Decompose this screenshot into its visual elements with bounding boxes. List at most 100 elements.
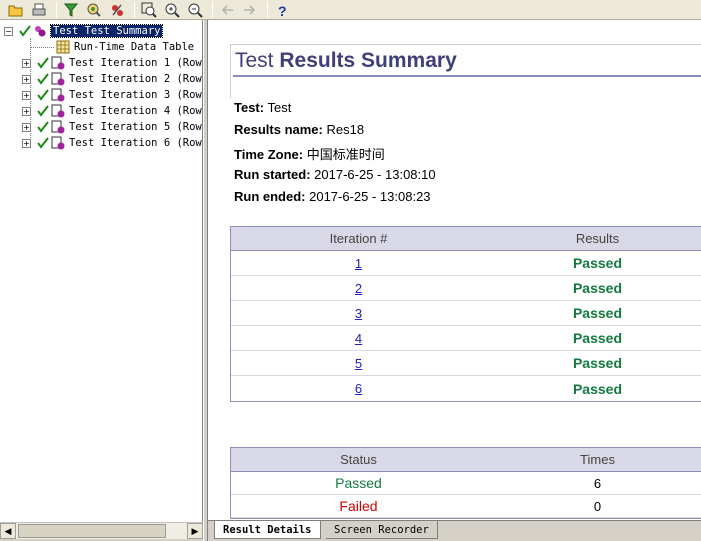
expand-icon[interactable]: + bbox=[22, 122, 31, 132]
test-value: Test bbox=[264, 100, 292, 115]
iteration-link[interactable]: 1 bbox=[355, 256, 362, 271]
open-icon[interactable] bbox=[6, 1, 26, 19]
collapse-icon[interactable]: − bbox=[4, 26, 13, 36]
col-results-header: Results bbox=[575, 231, 620, 246]
results-name-line: Results name: Res18 bbox=[234, 122, 364, 137]
iteration-link[interactable]: 6 bbox=[355, 381, 362, 396]
passed-check-icon bbox=[37, 89, 49, 101]
tree-iteration-node[interactable]: + Test Iteration 2 (Row bbox=[22, 71, 202, 87]
tree-iteration-node[interactable]: + Test Iteration 1 (Row bbox=[22, 55, 202, 71]
iteration-link[interactable]: 5 bbox=[355, 356, 362, 371]
status-table-header: Status Times bbox=[231, 448, 701, 472]
tree-iteration-node[interactable]: + Test Iteration 3 (Row bbox=[22, 87, 202, 103]
iteration-link[interactable]: 3 bbox=[355, 306, 362, 321]
ended-value: 2017-6-25 - 13:08:23 bbox=[305, 189, 431, 204]
iterations-table: Iteration # Results 1 Passed 2 Passed 3 Passe… bbox=[230, 226, 701, 402]
tree-connector bbox=[30, 47, 54, 48]
forward-arrow-icon[interactable] bbox=[240, 1, 260, 19]
summary-header: Test Results Summary bbox=[230, 44, 701, 98]
back-arrow-icon[interactable] bbox=[217, 1, 237, 19]
scrollbar-track[interactable] bbox=[16, 523, 187, 539]
toolbar-separator bbox=[134, 1, 135, 18]
table-row: 3 Passed bbox=[231, 301, 701, 326]
expand-icon[interactable]: + bbox=[22, 106, 31, 116]
zoom-out-icon[interactable] bbox=[185, 1, 205, 19]
toolbar-separator bbox=[267, 1, 268, 18]
zoom-in-icon[interactable] bbox=[162, 1, 182, 19]
test-icon bbox=[35, 26, 46, 37]
title-bold: Results Summary bbox=[279, 49, 457, 72]
tree-iteration-label: Test Iteration 2 (Row bbox=[69, 73, 202, 85]
passed-check-icon bbox=[37, 105, 49, 117]
title-light: Test bbox=[235, 49, 280, 72]
expand-icon[interactable]: + bbox=[22, 138, 31, 148]
tree-iteration-node[interactable]: + Test Iteration 4 (Row bbox=[22, 103, 202, 119]
passed-check-icon bbox=[37, 57, 49, 69]
tree-iteration-node[interactable]: + Test Iteration 5 (Row bbox=[22, 119, 202, 135]
status-failed: Failed bbox=[339, 498, 378, 514]
expand-icon[interactable]: + bbox=[22, 58, 31, 68]
scroll-left-icon[interactable]: ◀ bbox=[0, 523, 16, 539]
iteration-result: Passed bbox=[572, 255, 623, 271]
passed-check-icon bbox=[37, 73, 49, 85]
run-ended-line: Run ended: 2017-6-25 - 13:08:23 bbox=[234, 189, 431, 204]
page-title: Test Results Summary bbox=[235, 49, 457, 73]
toolbar-separator bbox=[56, 1, 57, 18]
started-value: 2017-6-25 - 13:08:10 bbox=[310, 167, 436, 182]
tree-root-label: Test Test Summary bbox=[49, 24, 164, 38]
data-table-icon bbox=[56, 40, 70, 54]
status-table: Status Times Passed 6 Failed 0 bbox=[230, 447, 701, 519]
table-row: 2 Passed bbox=[231, 276, 701, 301]
iteration-icon bbox=[51, 104, 65, 118]
iteration-icon bbox=[51, 56, 65, 70]
iteration-result: Passed bbox=[572, 380, 623, 397]
filter-icon[interactable] bbox=[61, 1, 81, 19]
find-icon[interactable] bbox=[84, 1, 104, 19]
passed-check-icon bbox=[37, 137, 49, 149]
col-iteration-header: Iteration # bbox=[329, 231, 388, 246]
expand-icon[interactable]: + bbox=[22, 90, 31, 100]
tree-iteration-label: Test Iteration 4 (Row bbox=[69, 105, 202, 117]
iteration-result: Passed bbox=[572, 305, 623, 321]
scroll-right-icon[interactable]: ▶ bbox=[187, 523, 203, 539]
times-passed: 6 bbox=[593, 475, 602, 491]
results-tree: − Test Test Summary Run-Time Data Table … bbox=[0, 20, 203, 522]
refresh-icon[interactable] bbox=[107, 1, 127, 19]
iteration-link[interactable]: 2 bbox=[355, 281, 362, 296]
table-row: 1 Passed bbox=[231, 251, 701, 276]
table-row: Failed 0 bbox=[231, 495, 701, 518]
times-failed: 0 bbox=[593, 498, 602, 514]
table-row: 6 Passed bbox=[231, 376, 701, 401]
iteration-icon bbox=[51, 88, 65, 102]
title-underline bbox=[233, 75, 701, 77]
started-label: Run started: bbox=[234, 167, 311, 182]
iterations-table-header: Iteration # Results bbox=[231, 227, 701, 251]
toolbar: ? bbox=[0, 0, 701, 20]
tree-iteration-label: Test Iteration 3 (Row bbox=[69, 89, 202, 101]
tz-label: Time Zone: bbox=[234, 147, 304, 162]
tab-result-details[interactable]: Result Details bbox=[214, 521, 321, 539]
tree-horizontal-scrollbar[interactable]: ◀ ▶ bbox=[0, 522, 203, 539]
tz-value: 中国标准时间 bbox=[303, 147, 385, 162]
zoom-fit-icon[interactable] bbox=[139, 1, 159, 19]
results-value: Res18 bbox=[322, 122, 365, 137]
expand-icon[interactable]: + bbox=[22, 74, 31, 84]
print-icon[interactable] bbox=[29, 1, 49, 19]
help-icon[interactable]: ? bbox=[272, 1, 292, 19]
svg-text:?: ? bbox=[278, 3, 287, 18]
tab-screen-recorder[interactable]: Screen Recorder bbox=[326, 521, 438, 539]
run-started-line: Run started: 2017-6-25 - 13:08:10 bbox=[234, 167, 436, 182]
table-row: 5 Passed bbox=[231, 351, 701, 376]
iteration-icon bbox=[51, 72, 65, 86]
iteration-link[interactable]: 4 bbox=[355, 331, 362, 346]
tree-iteration-label: Test Iteration 1 (Row bbox=[69, 57, 202, 69]
table-row: 4 Passed bbox=[231, 326, 701, 351]
scrollbar-thumb[interactable] bbox=[18, 524, 166, 538]
tree-root-node[interactable]: − Test Test Summary bbox=[4, 23, 164, 39]
tree-data-table-node[interactable]: Run-Time Data Table bbox=[54, 39, 194, 55]
col-times-header: Times bbox=[580, 452, 615, 467]
status-passed: Passed bbox=[335, 475, 382, 491]
results-label: Results name: bbox=[234, 122, 323, 137]
tree-iteration-node[interactable]: + Test Iteration 6 (Row bbox=[22, 135, 202, 151]
passed-check-icon bbox=[19, 25, 31, 37]
